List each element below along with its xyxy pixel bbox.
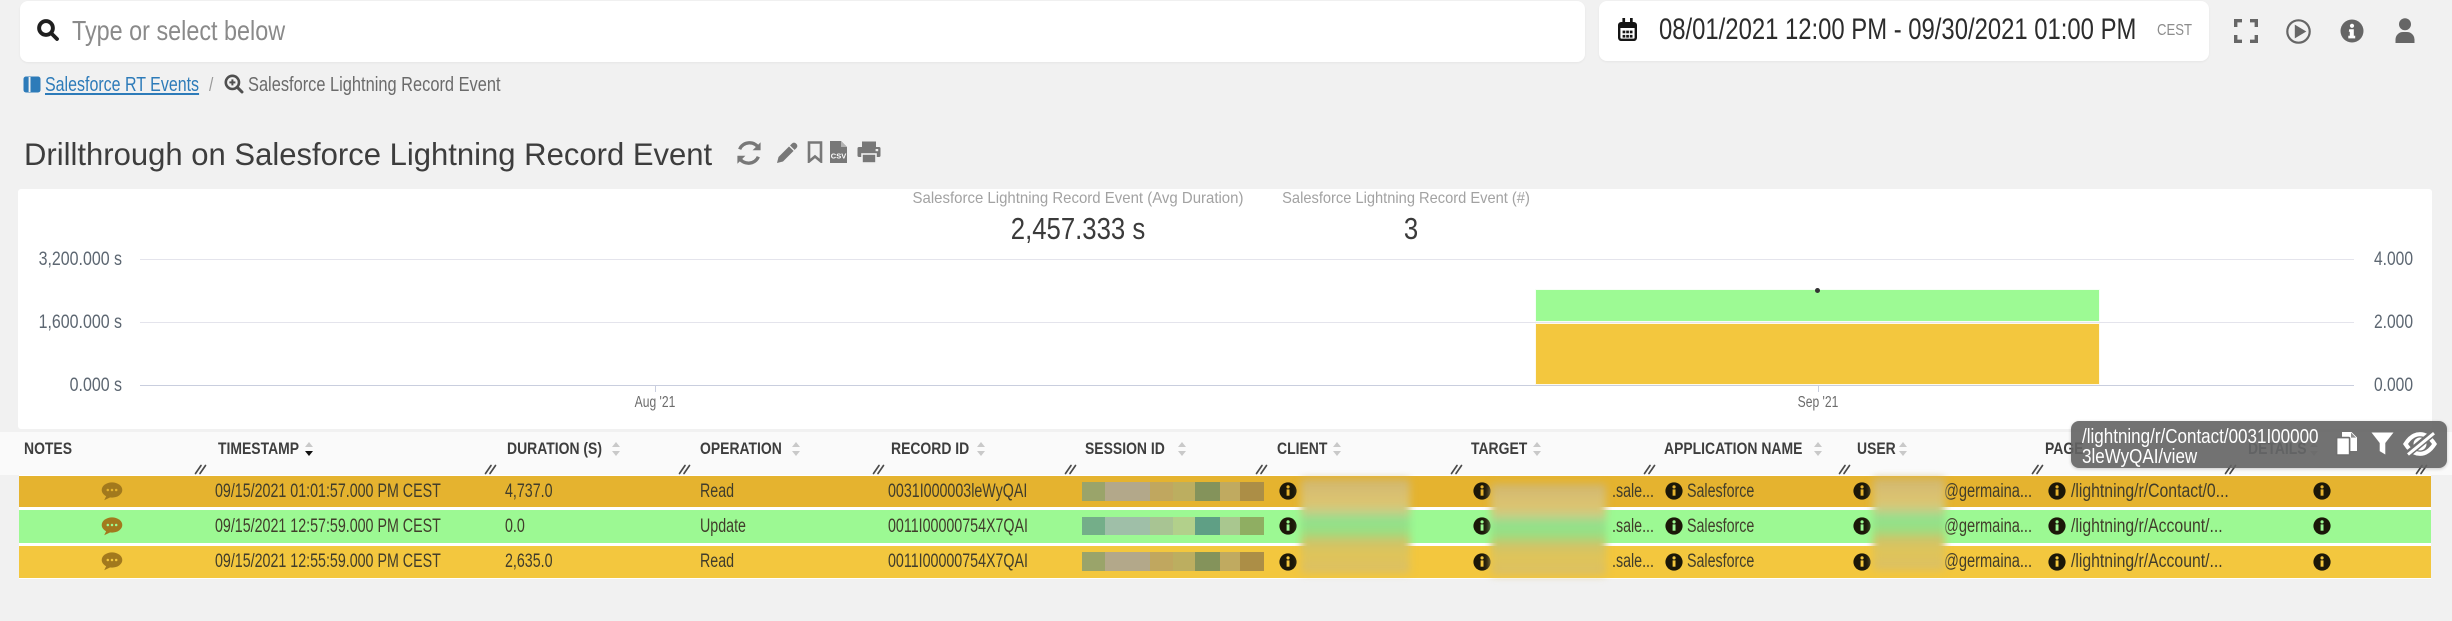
svg-text:CSV: CSV <box>831 152 846 161</box>
